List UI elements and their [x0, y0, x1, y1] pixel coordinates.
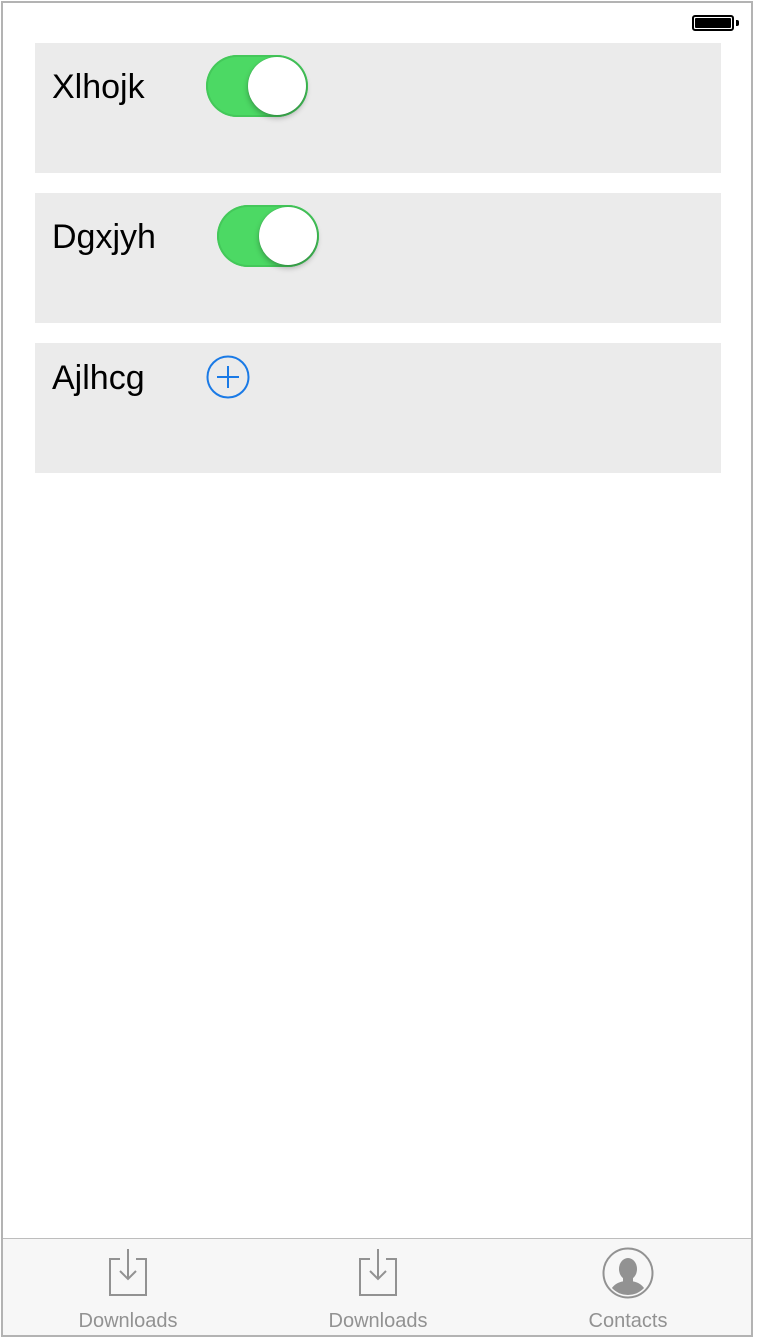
toggle-knob — [259, 207, 317, 265]
settings-row-dgxjyh: Dgxjyh — [35, 193, 721, 323]
add-button[interactable] — [206, 355, 250, 399]
tab-contacts[interactable]: Contacts — [503, 1239, 751, 1335]
row-label: Dgxjyh — [52, 218, 156, 256]
row-label: Xlhojk — [52, 68, 145, 106]
battery-full-icon — [692, 15, 734, 31]
status-bar — [3, 3, 751, 43]
contact-avatar-icon — [602, 1247, 654, 1299]
toggle-switch[interactable] — [206, 55, 308, 117]
tab-label: Contacts — [588, 1310, 668, 1332]
tab-downloads-2[interactable]: Downloads — [253, 1239, 503, 1335]
phone-screen: Xlhojk Dgxjyh Ajlhcg Downloads Downloads… — [1, 1, 753, 1337]
tab-label: Downloads — [78, 1310, 178, 1332]
toggle-switch[interactable] — [217, 205, 319, 267]
settings-row-xlhojk: Xlhojk — [35, 43, 721, 173]
tab-downloads-1[interactable]: Downloads — [3, 1239, 253, 1335]
download-icon — [359, 1249, 397, 1296]
toggle-knob — [248, 57, 306, 115]
battery-nub — [736, 20, 739, 26]
settings-row-ajlhcg: Ajlhcg — [35, 343, 721, 473]
add-circle-icon — [206, 355, 250, 399]
tab-bar: Downloads Downloads Contacts — [3, 1238, 751, 1335]
tab-label: Downloads — [328, 1310, 428, 1332]
download-icon — [109, 1249, 147, 1296]
row-label: Ajlhcg — [52, 359, 145, 397]
